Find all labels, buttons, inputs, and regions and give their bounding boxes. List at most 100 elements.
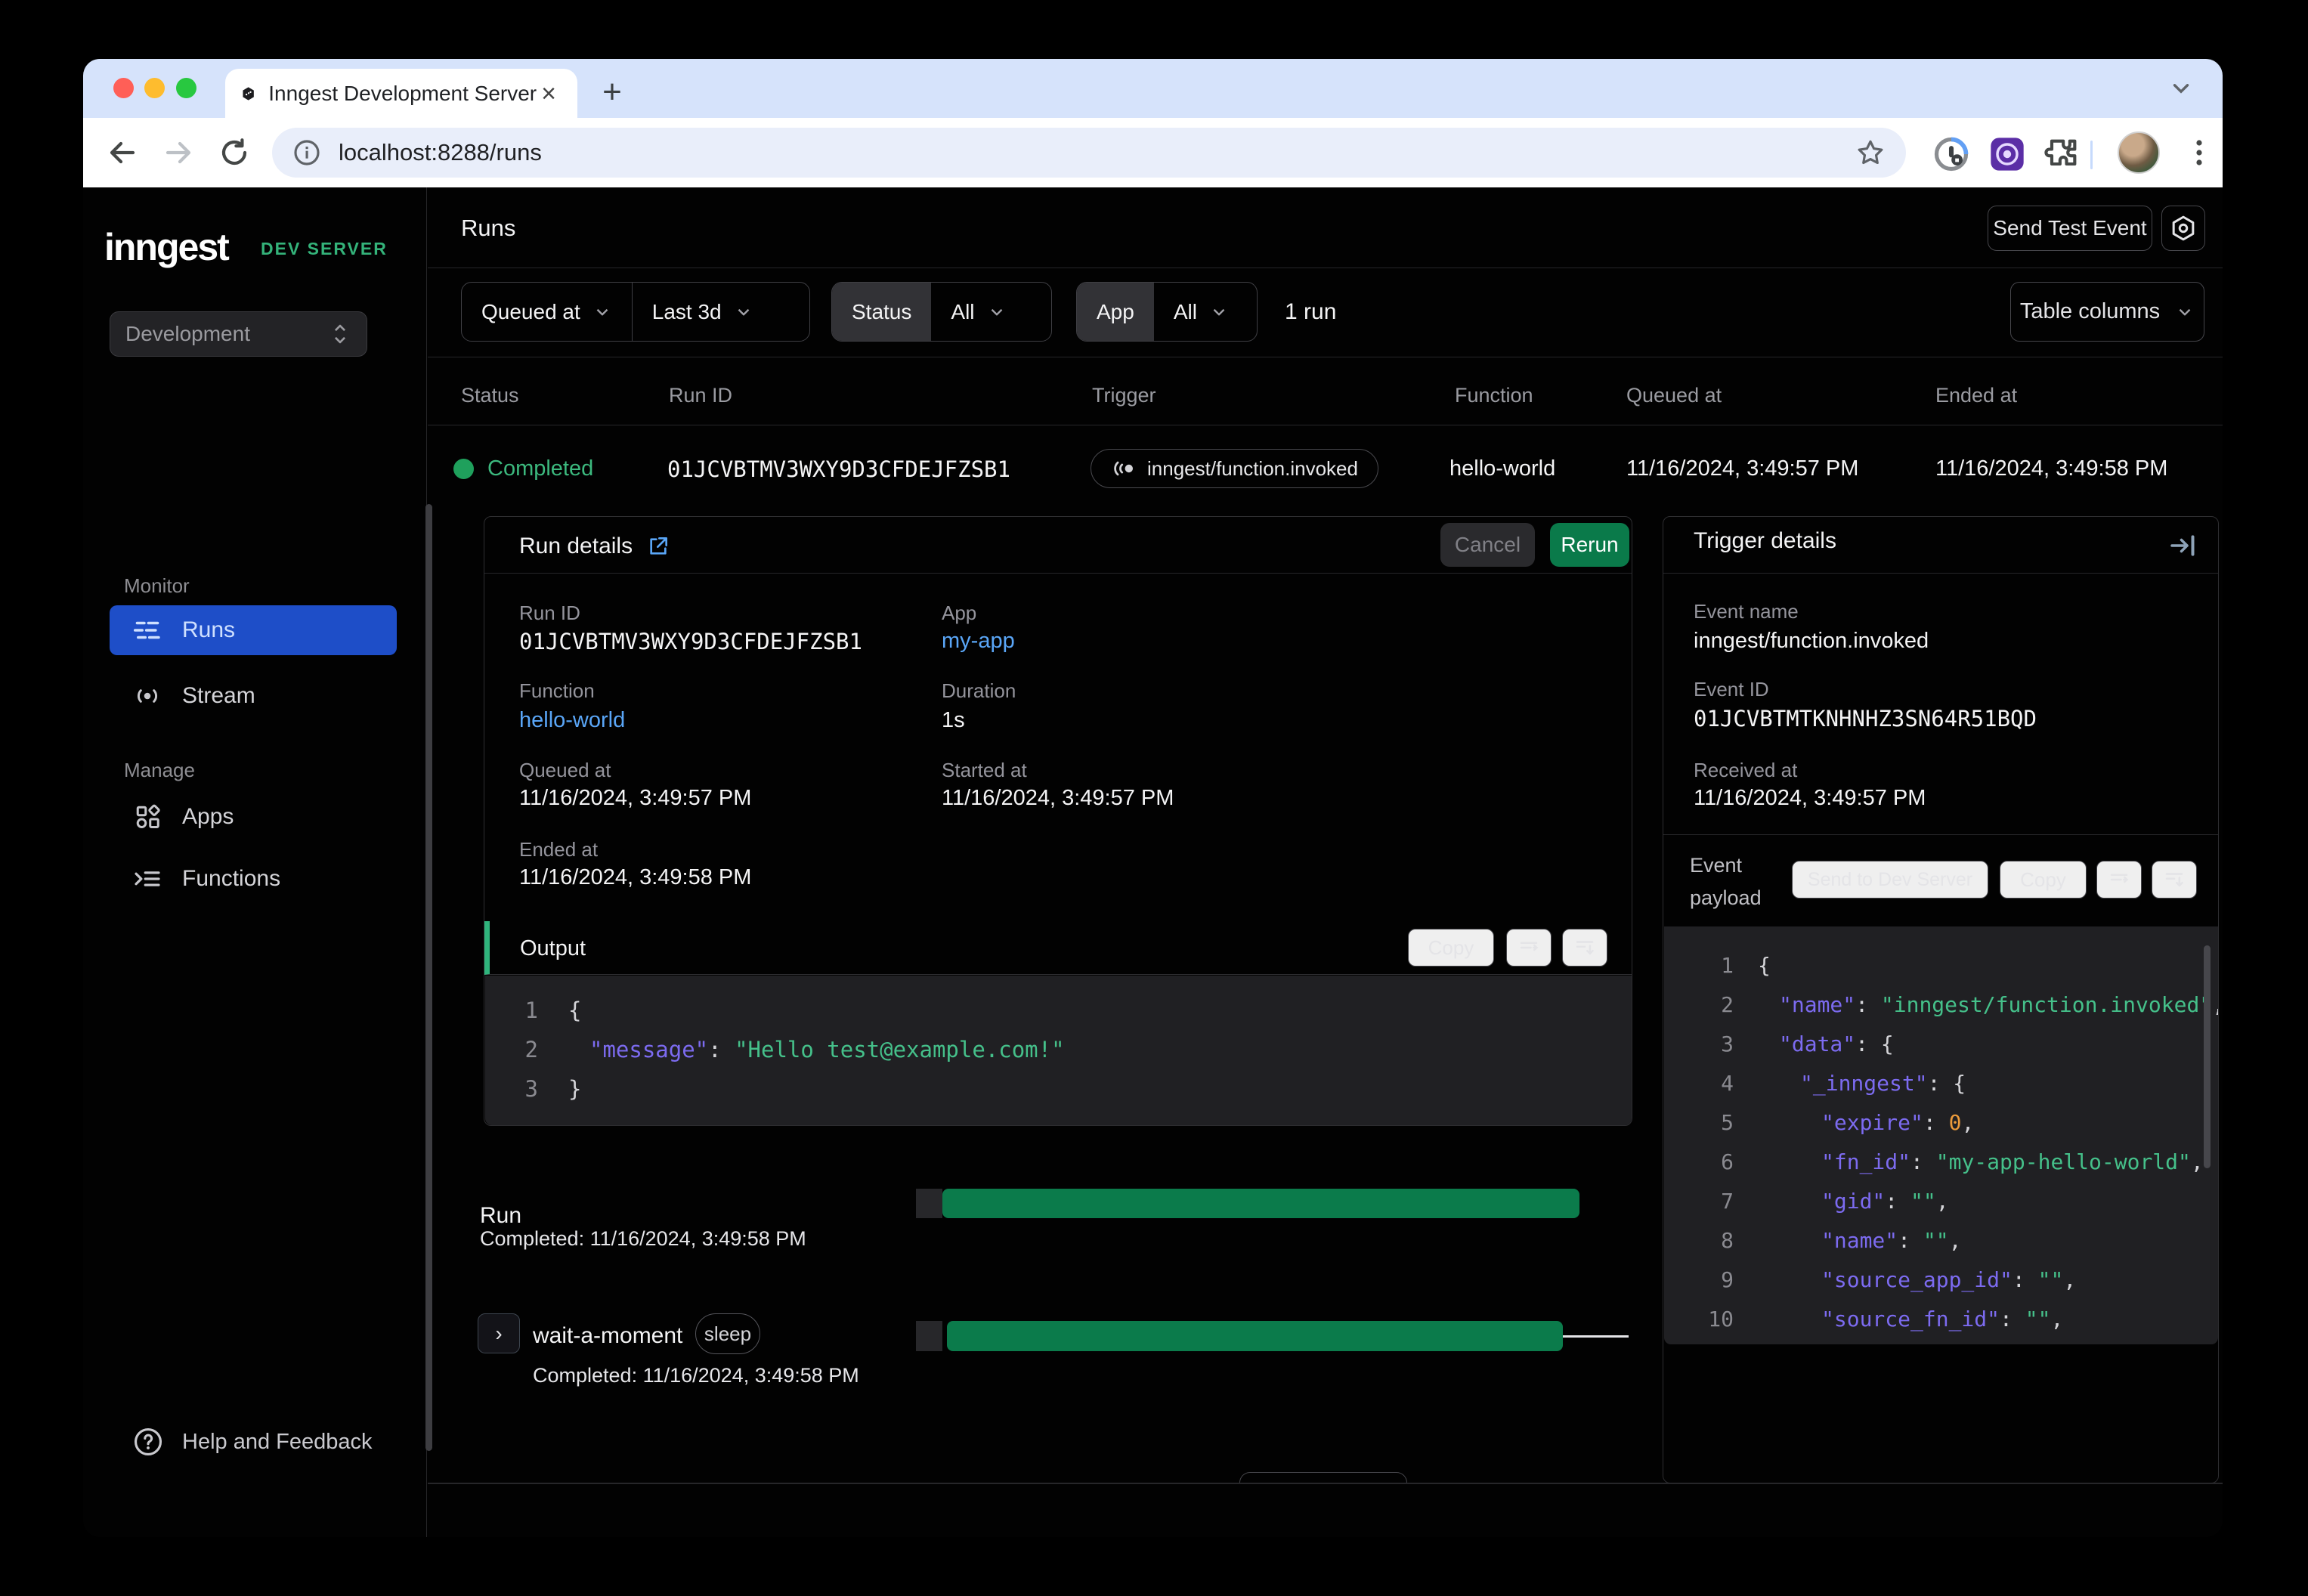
event-payload-label: Event payload <box>1690 854 1762 909</box>
event-id-value: 01JCVBTMTKNHNHZ3SN64R51BQD <box>1694 706 2037 732</box>
payload-copy-button[interactable]: Copy <box>2000 861 2087 899</box>
app-filter-group[interactable]: App All <box>1076 282 1258 342</box>
runs-icon <box>132 617 162 643</box>
row-trigger-pill[interactable]: inngest/function.invoked <box>1091 449 1378 488</box>
received-at-value: 11/16/2024, 3:49:57 PM <box>1694 786 1926 810</box>
settings-gear-button[interactable] <box>2161 206 2205 251</box>
column-header-run-id[interactable]: Run ID <box>669 384 732 407</box>
tab-title: Inngest Development Server <box>268 81 537 105</box>
window-zoom-button[interactable] <box>176 78 196 98</box>
browser-menu-icon[interactable] <box>2181 135 2217 171</box>
payload-word-wrap-icon[interactable] <box>2096 861 2142 899</box>
status-dot-icon <box>453 459 474 479</box>
question-icon <box>134 1427 162 1456</box>
browser-tab[interactable]: Inngest Development Server × <box>225 69 577 118</box>
run-count: 1 run <box>1285 299 1337 324</box>
row-status: Completed <box>487 456 594 481</box>
extensions-puzzle-icon[interactable] <box>2042 135 2081 174</box>
time-range-filter[interactable]: Last 3d <box>633 283 773 341</box>
send-to-dev-server-button[interactable]: Send to Dev Server <box>1792 861 1988 899</box>
output-title: Output <box>520 936 586 960</box>
send-test-event-button[interactable]: Send Test Event <box>1988 206 2152 251</box>
partial-bottom-button[interactable] <box>1239 1472 1407 1483</box>
password-manager-extension-icon[interactable] <box>1932 135 1971 174</box>
profile-avatar[interactable] <box>2118 131 2160 174</box>
sidebar-item-runs[interactable]: Runs <box>110 605 397 655</box>
main-content: Runs Send Test Event Queued at Last 3d S… <box>428 187 2223 1537</box>
event-name-label: Event name <box>1694 600 1799 623</box>
sidebar-item-stream[interactable]: Stream <box>110 671 397 721</box>
functions-icon <box>132 866 162 892</box>
ended-at-label: Ended at <box>519 838 599 861</box>
event-name-value: inngest/function.invoked <box>1694 629 1929 653</box>
step-completed-text: Completed: 11/16/2024, 3:49:58 PM <box>533 1364 859 1387</box>
site-info-icon[interactable] <box>292 138 322 168</box>
payload-scrollbar[interactable] <box>2204 945 2211 1168</box>
step-expand-button[interactable]: › <box>478 1313 520 1353</box>
output-header: Output Copy <box>484 921 1632 975</box>
status-filter-value[interactable]: All <box>931 283 1026 341</box>
new-tab-button[interactable]: + <box>591 71 633 113</box>
timeline-run-label[interactable]: Run <box>480 1203 521 1229</box>
function-link[interactable]: hello-world <box>519 708 625 733</box>
step-name[interactable]: wait-a-moment <box>533 1323 682 1349</box>
run-details-title-row: Run details <box>519 534 670 559</box>
time-filter-group[interactable]: Queued at Last 3d <box>461 282 810 342</box>
external-link-icon[interactable] <box>646 534 670 558</box>
started-at-label: Started at <box>942 759 1027 781</box>
time-field-filter[interactable]: Queued at <box>462 283 632 341</box>
chevron-down-icon <box>592 302 612 322</box>
column-header-ended-at[interactable]: Ended at <box>1935 384 2017 407</box>
word-wrap-icon[interactable] <box>1506 929 1552 967</box>
row-ended-at: 11/16/2024, 3:49:58 PM <box>1935 456 2168 481</box>
collapse-panel-icon[interactable] <box>2168 530 2198 561</box>
run-completed-text: Completed: 11/16/2024, 3:49:58 PM <box>480 1227 806 1250</box>
row-queued-at: 11/16/2024, 3:49:57 PM <box>1626 456 1859 481</box>
event-payload-code-block[interactable]: 1{2"name": "inngest/function.invoked",3"… <box>1664 926 2218 1344</box>
queued-at-value: 11/16/2024, 3:49:57 PM <box>519 786 752 810</box>
window-minimize-button[interactable] <box>144 78 165 98</box>
run-bar[interactable] <box>942 1189 1579 1218</box>
time-range-label: Last 3d <box>651 299 722 323</box>
column-header-trigger[interactable]: Trigger <box>1092 384 1156 407</box>
chevron-down-icon <box>987 302 1007 322</box>
payload-scroll-to-bottom-icon[interactable] <box>2152 861 2197 899</box>
trigger-card-divider <box>1663 573 2218 574</box>
reload-button[interactable] <box>216 135 252 171</box>
address-bar[interactable]: localhost:8288/runs <box>272 128 1906 178</box>
column-header-function[interactable]: Function <box>1455 384 1533 407</box>
run-card-divider <box>484 573 1632 574</box>
forward-button[interactable] <box>160 135 196 171</box>
step-bar[interactable] <box>947 1321 1563 1351</box>
sidebar-item-apps[interactable]: Apps <box>110 792 397 842</box>
run-details-card: Run details Cancel Rerun Run ID 01JCVBTM… <box>484 516 1632 1126</box>
received-at-label: Received at <box>1694 759 1798 781</box>
output-code-block[interactable]: 1{2 "message": "Hello test@example.com!" 3… <box>485 976 1632 1125</box>
help-and-feedback-link[interactable]: Help and Feedback <box>110 1417 397 1467</box>
app-value-label: All <box>1173 299 1197 323</box>
bookmark-star-icon[interactable] <box>1855 137 1886 169</box>
column-header-queued-at[interactable]: Queued at <box>1626 384 1722 407</box>
stream-icon <box>132 683 162 709</box>
app-link[interactable]: my-app <box>942 629 1015 654</box>
step-bar-queue-segment <box>916 1321 942 1351</box>
chevron-down-icon <box>1209 302 1229 322</box>
column-header-status[interactable]: Status <box>461 384 519 407</box>
rerun-button[interactable]: Rerun <box>1550 523 1629 567</box>
sidebar-item-functions[interactable]: Functions <box>110 854 397 904</box>
status-filter-group[interactable]: Status All <box>831 282 1052 342</box>
tab-close-icon[interactable]: × <box>537 81 561 107</box>
tab-search-chevron-icon[interactable] <box>2168 76 2194 101</box>
purple-extension-icon[interactable] <box>1988 135 2027 174</box>
scroll-to-bottom-icon[interactable] <box>1562 929 1607 967</box>
window-close-button[interactable] <box>113 78 134 98</box>
back-button[interactable] <box>104 135 141 171</box>
table-columns-button[interactable]: Table columns <box>2010 282 2204 342</box>
app-filter-value[interactable]: All <box>1154 283 1248 341</box>
output-copy-button[interactable]: Copy <box>1408 929 1494 967</box>
cancel-button[interactable]: Cancel <box>1440 523 1535 567</box>
url-text[interactable]: localhost:8288/runs <box>339 139 1855 166</box>
app-filter-label: App <box>1077 283 1154 341</box>
environment-select[interactable]: Development <box>110 311 367 357</box>
tab-strip: Inngest Development Server × + <box>83 59 2223 118</box>
